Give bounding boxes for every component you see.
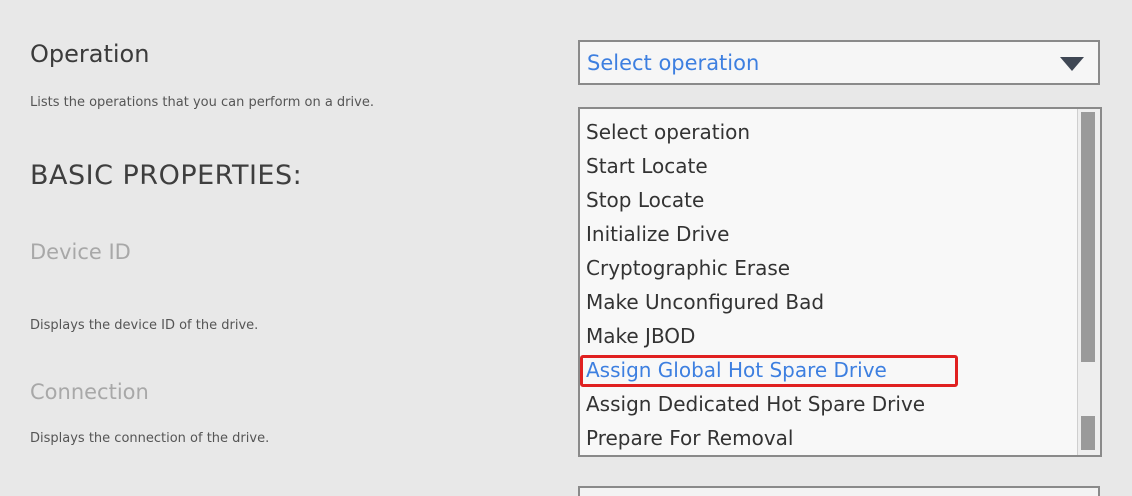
device-id-label: Device ID <box>30 240 131 264</box>
drive-properties-page: Operation Lists the operations that you … <box>0 0 1132 496</box>
option-initialize-drive[interactable]: Initialize Drive <box>586 217 1076 251</box>
operation-dropdown-list[interactable]: Select operation Start Locate Stop Locat… <box>578 107 1102 457</box>
operation-description: Lists the operations that you can perfor… <box>30 95 374 110</box>
triangle-down-icon <box>1060 57 1084 71</box>
scrollbar-thumb-bottom <box>1081 416 1095 450</box>
option-make-unconfigured-bad[interactable]: Make Unconfigured Bad <box>586 285 1076 319</box>
option-assign-global-hot-spare-drive[interactable]: Assign Global Hot Spare Drive <box>580 353 1076 387</box>
dropdown-scrollbar[interactable] <box>1077 109 1100 455</box>
connection-description: Displays the connection of the drive. <box>30 431 270 446</box>
option-select-operation[interactable]: Select operation <box>586 115 1076 149</box>
operation-label: Operation <box>30 40 150 68</box>
device-id-description: Displays the device ID of the drive. <box>30 318 259 333</box>
scrollbar-thumb[interactable] <box>1081 112 1095 362</box>
option-assign-dedicated-hot-spare-drive[interactable]: Assign Dedicated Hot Spare Drive <box>586 387 1076 421</box>
option-cryptographic-erase[interactable]: Cryptographic Erase <box>586 251 1076 285</box>
option-stop-locate[interactable]: Stop Locate <box>586 183 1076 217</box>
option-make-jbod[interactable]: Make JBOD <box>586 319 1076 353</box>
connection-label: Connection <box>30 380 149 404</box>
option-start-locate[interactable]: Start Locate <box>586 149 1076 183</box>
option-prepare-for-removal[interactable]: Prepare For Removal <box>586 421 1076 455</box>
properties-left-column: Operation Lists the operations that you … <box>30 0 560 496</box>
basic-properties-heading: BASIC PROPERTIES: <box>30 160 303 191</box>
operation-options: Select operation Start Locate Stop Locat… <box>580 115 1076 455</box>
next-field-box-partial <box>578 486 1100 496</box>
option-assign-global-hot-spare-drive-label: Assign Global Hot Spare Drive <box>586 358 887 382</box>
operation-select[interactable]: Select operation <box>578 40 1100 85</box>
next-property-label-partial <box>30 486 230 496</box>
operation-select-value: Select operation <box>587 51 760 75</box>
